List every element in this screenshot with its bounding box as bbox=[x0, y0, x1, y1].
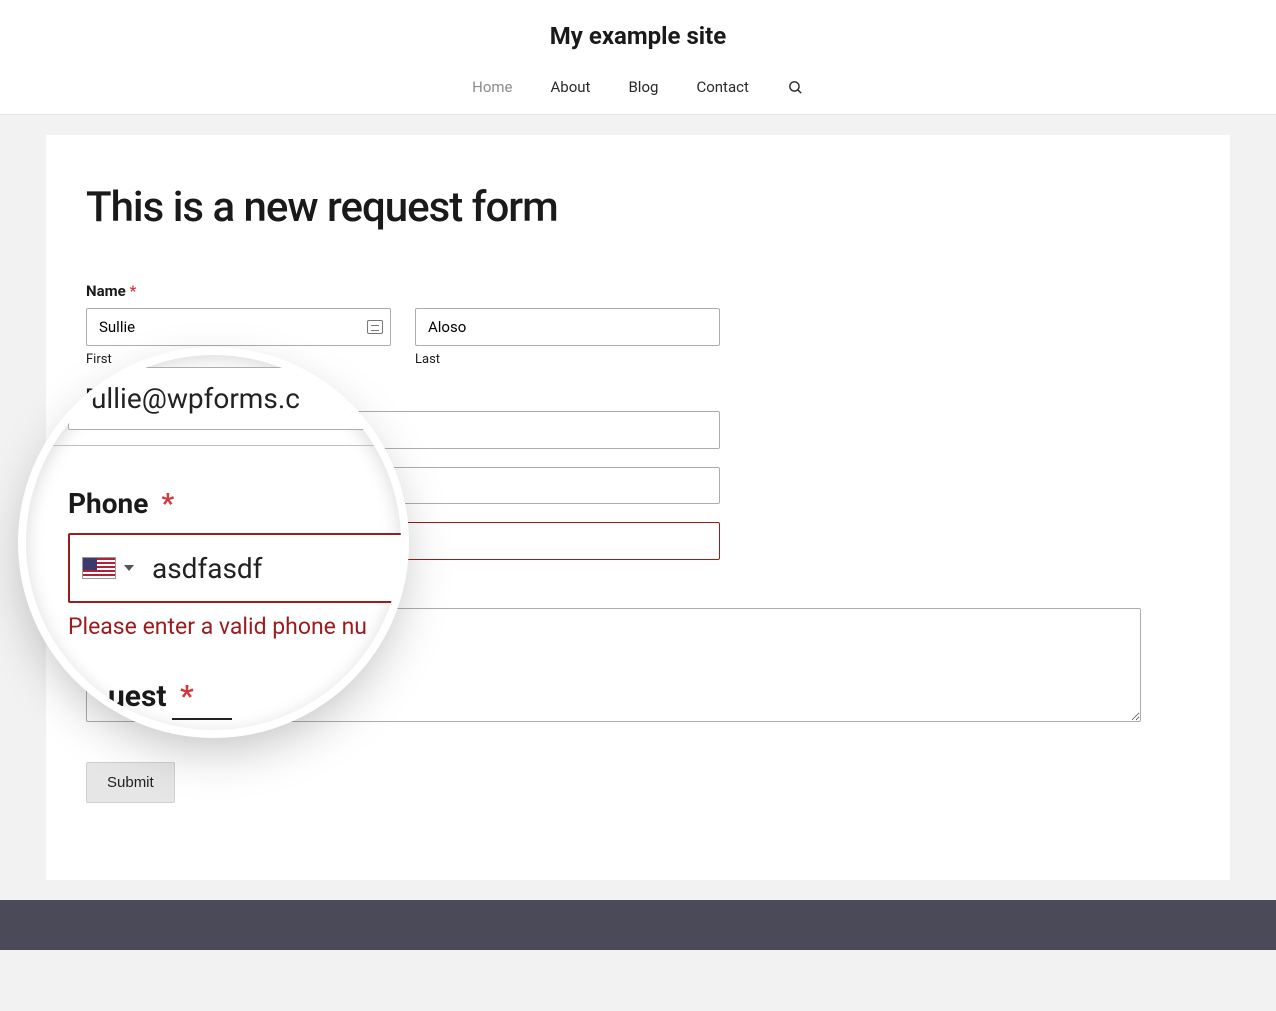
name-label: Name * bbox=[86, 282, 1190, 300]
last-name-input[interactable] bbox=[415, 308, 720, 346]
autofill-icon bbox=[367, 320, 383, 334]
required-asterisk: * bbox=[192, 385, 199, 403]
business-email-input[interactable] bbox=[86, 411, 720, 449]
site-title: My example site bbox=[0, 22, 1276, 50]
phone-input[interactable] bbox=[86, 522, 720, 560]
submit-button[interactable]: Submit bbox=[86, 762, 175, 803]
required-asterisk: * bbox=[129, 282, 136, 300]
nav-about[interactable]: About bbox=[551, 78, 591, 96]
nav-blog[interactable]: Blog bbox=[628, 78, 658, 96]
first-name-input[interactable] bbox=[86, 308, 391, 346]
footer-strip bbox=[0, 900, 1276, 950]
nav-home[interactable]: Home bbox=[472, 78, 512, 96]
request-field bbox=[86, 608, 1190, 726]
first-sublabel: First bbox=[86, 352, 391, 367]
primary-nav: Home About Blog Contact bbox=[0, 78, 1276, 114]
last-sublabel: Last bbox=[415, 352, 720, 367]
address-field bbox=[86, 467, 1190, 504]
site-header: My example site Home About Blog Contact bbox=[0, 0, 1276, 115]
phone-error-message: Please enter a valid phone number. bbox=[86, 566, 1190, 582]
nav-contact[interactable]: Contact bbox=[696, 78, 748, 96]
name-field: Name * First Last bbox=[86, 282, 1190, 367]
request-textarea[interactable] bbox=[86, 608, 1141, 722]
business-email-label-text: Business Email bbox=[86, 385, 189, 403]
business-email-field: Business Email * bbox=[86, 385, 1190, 449]
search-icon[interactable] bbox=[787, 79, 804, 96]
name-label-text: Name bbox=[86, 282, 126, 300]
phone-field: Please enter a valid phone number. bbox=[86, 522, 1190, 582]
page-title: This is a new request form bbox=[86, 183, 1190, 232]
address-input[interactable] bbox=[86, 467, 720, 504]
page-card: This is a new request form Name * First … bbox=[46, 135, 1230, 880]
business-email-label: Business Email * bbox=[86, 385, 1190, 403]
